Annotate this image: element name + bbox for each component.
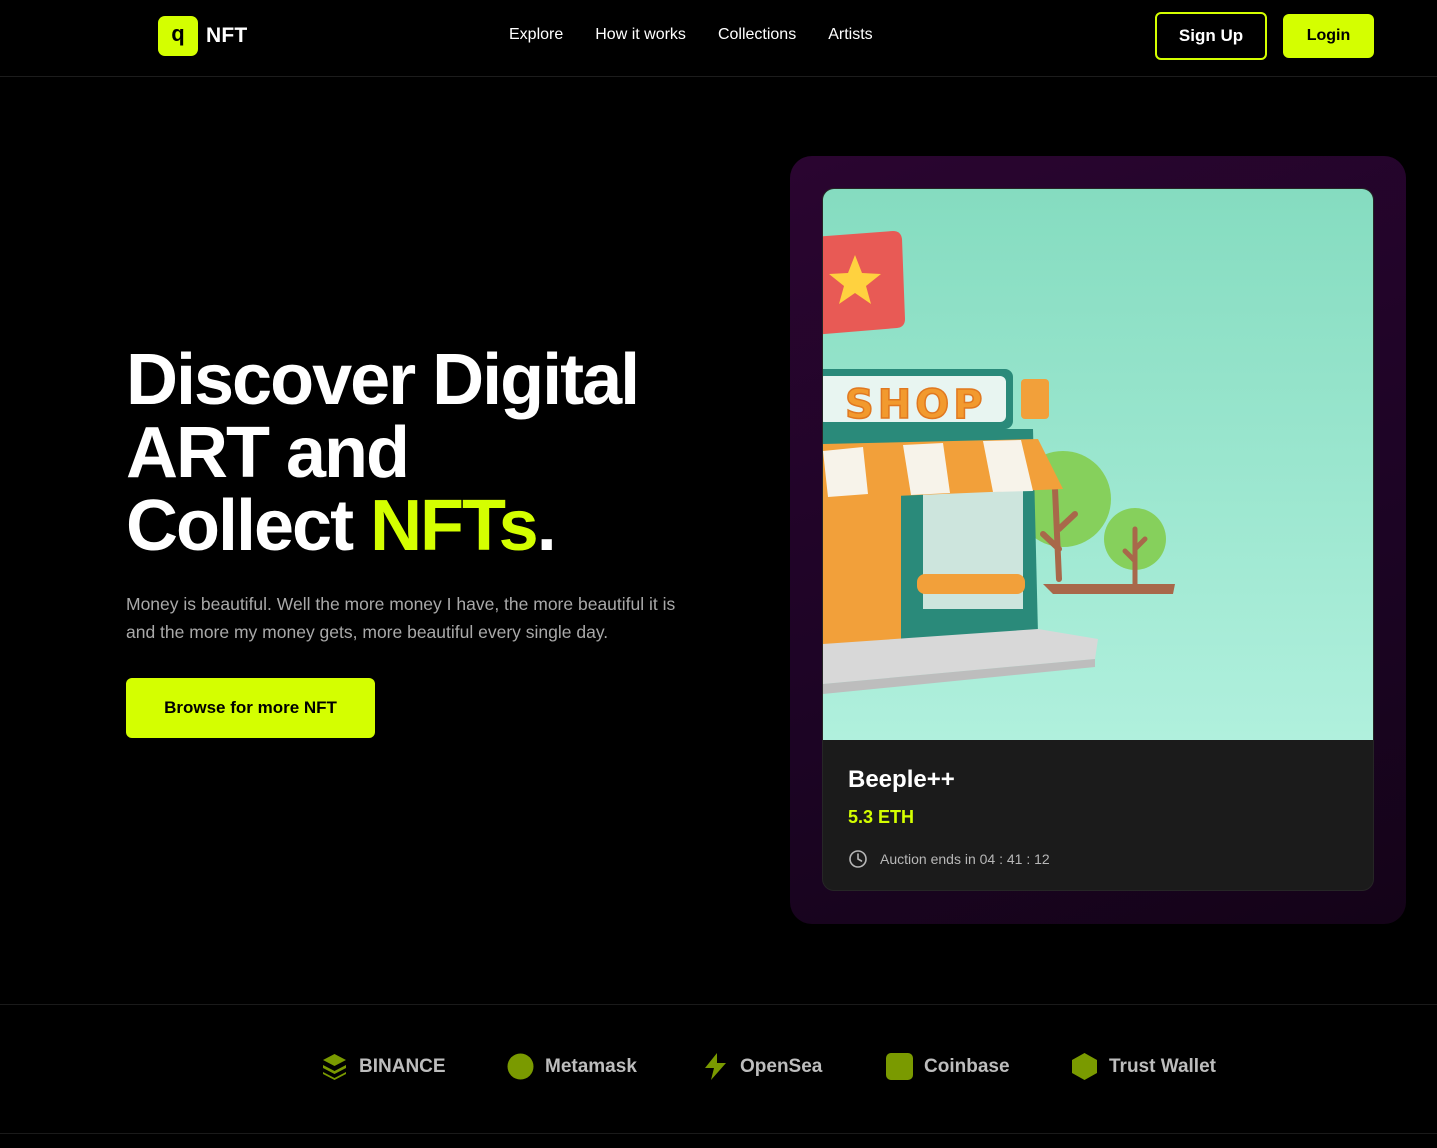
- nav-how-it-works[interactable]: How it works: [595, 26, 686, 44]
- binance-icon: [323, 1054, 346, 1080]
- hero-title-line-2: ART and: [126, 413, 410, 493]
- partner-binance[interactable]: BINANCE: [321, 1053, 446, 1080]
- metamask-icon: [507, 1053, 534, 1080]
- nav-collections[interactable]: Collections: [718, 26, 796, 44]
- shop-sign-text: SHOP: [845, 382, 987, 428]
- hero-title-accent: NFTs: [370, 486, 539, 566]
- auction-timer: Auction ends in 04 : 41 : 12: [848, 849, 1050, 869]
- logo-mark: q: [158, 16, 198, 56]
- partner-opensea[interactable]: OpenSea: [702, 1053, 822, 1080]
- partners-strip: BINANCE Metamask OpenSea Coinbase Trust …: [0, 1004, 1437, 1134]
- hero-title-period: .: [536, 486, 557, 566]
- partner-label: Coinbase: [924, 1055, 1010, 1077]
- nft-name: Beeple++: [848, 766, 955, 793]
- nav-artists[interactable]: Artists: [828, 26, 872, 44]
- partner-metamask[interactable]: Metamask: [507, 1053, 637, 1080]
- star-badge: [823, 231, 905, 335]
- opensea-icon: [705, 1053, 726, 1080]
- clock-icon: [849, 850, 867, 868]
- login-button[interactable]: Login: [1283, 14, 1374, 58]
- brand-logo[interactable]: q NFT: [158, 16, 247, 56]
- partner-label: Metamask: [545, 1055, 637, 1077]
- nav-explore[interactable]: Explore: [509, 26, 563, 44]
- partner-trust-wallet[interactable]: Trust Wallet: [1071, 1053, 1216, 1080]
- browse-nft-button[interactable]: Browse for more NFT: [126, 678, 375, 738]
- main-nav: Explore How it works Collections Artists: [509, 26, 873, 44]
- partner-label: Trust Wallet: [1109, 1055, 1216, 1077]
- hero-title: Discover Digital ART and Collect NFTs.: [126, 344, 766, 563]
- coinbase-icon: [886, 1053, 913, 1080]
- hero-title-line-3: Collect: [126, 486, 371, 566]
- nft-card[interactable]: SHOP Beeple++ 5.3 ETH Auction ends in 04…: [822, 188, 1374, 891]
- sign-up-button[interactable]: Sign Up: [1155, 12, 1267, 60]
- partner-label: BINANCE: [359, 1055, 446, 1077]
- partner-coinbase[interactable]: Coinbase: [886, 1053, 1010, 1080]
- partner-label: OpenSea: [740, 1055, 823, 1077]
- trust-wallet-icon: [1072, 1053, 1097, 1080]
- nft-price: 5.3 ETH: [848, 807, 915, 827]
- top-navbar: q NFT Explore How it works Collections A…: [0, 0, 1437, 77]
- logo-text: NFT: [206, 24, 248, 47]
- auction-text: Auction ends in 04 : 41 : 12: [880, 851, 1050, 867]
- hero-description: Money is beautiful. Well the more money …: [126, 594, 676, 642]
- nft-artwork-shop: SHOP: [823, 189, 1373, 740]
- hero-title-line-1: Discover Digital: [126, 340, 640, 420]
